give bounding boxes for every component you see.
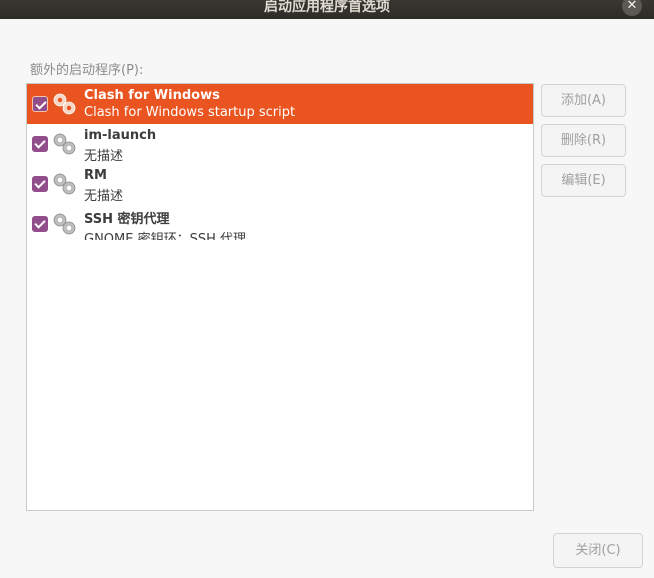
program-description: Clash for Windows startup script bbox=[84, 105, 296, 120]
enabled-checkbox[interactable] bbox=[32, 136, 48, 152]
list-item[interactable]: Clash for Windows Clash for Windows star… bbox=[27, 84, 533, 124]
enabled-checkbox[interactable] bbox=[32, 176, 48, 192]
close-icon: ✕ bbox=[626, 0, 638, 13]
program-name: im-launch bbox=[84, 128, 157, 143]
startup-programs-label: 额外的启动程序(P): bbox=[30, 63, 144, 78]
enabled-checkbox[interactable] bbox=[32, 96, 48, 112]
edit-button[interactable]: 编辑(E) bbox=[541, 164, 626, 197]
program-description: 无描述 bbox=[84, 149, 124, 164]
program-name: SSH 密钥代理 bbox=[84, 212, 170, 227]
title-bar[interactable]: 启动应用程序首选项 ✕ bbox=[0, 0, 654, 19]
gears-icon bbox=[53, 173, 76, 195]
close-button[interactable]: 关闭(C) bbox=[553, 533, 643, 568]
program-description: 无描述 bbox=[84, 189, 124, 204]
startup-programs-list[interactable]: Clash for Windows Clash for Windows star… bbox=[26, 83, 534, 511]
enabled-checkbox[interactable] bbox=[32, 216, 48, 232]
program-description: GNOME 密钥环：SSH 代理 bbox=[84, 232, 247, 240]
remove-button[interactable]: 删除(R) bbox=[541, 124, 626, 157]
program-name: Clash for Windows bbox=[84, 88, 220, 103]
program-name: RM bbox=[84, 168, 107, 183]
window-title: 启动应用程序首选项 bbox=[264, 0, 390, 15]
gears-icon bbox=[53, 93, 76, 115]
add-button[interactable]: 添加(A) bbox=[541, 84, 626, 117]
list-item[interactable]: SSH 密钥代理 GNOME 密钥环：SSH 代理 bbox=[27, 204, 533, 240]
list-item[interactable]: RM 无描述 bbox=[27, 164, 533, 204]
gears-icon bbox=[53, 213, 76, 235]
gears-icon bbox=[53, 133, 76, 155]
list-item[interactable]: im-launch 无描述 bbox=[27, 124, 533, 164]
startup-preferences-window: 启动应用程序首选项 ✕ 额外的启动程序(P): Clash for Window… bbox=[0, 0, 654, 578]
